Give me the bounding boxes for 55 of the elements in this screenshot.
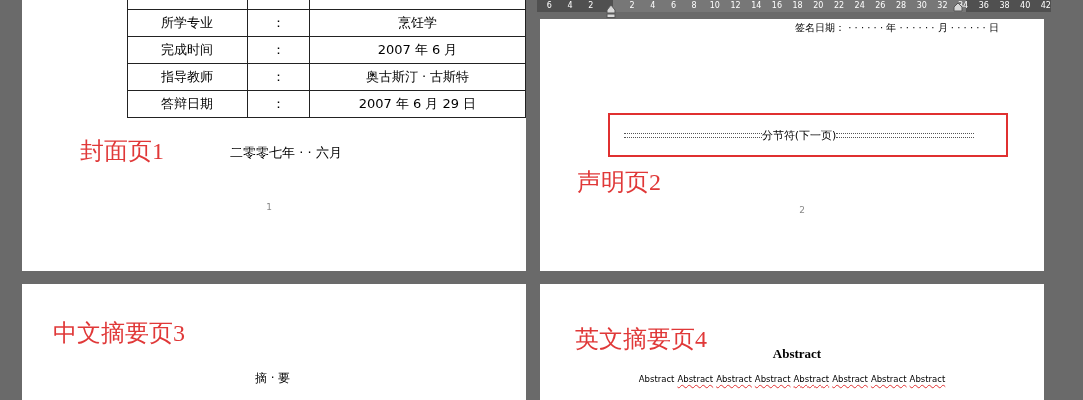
- ruler-number: 6: [669, 0, 677, 12]
- ruler-number: 36: [977, 0, 990, 12]
- date-text: 二零零七年 · · 六月: [230, 144, 342, 163]
- ruler-number: 2: [628, 0, 636, 12]
- abstract-word: Abstract: [832, 374, 868, 385]
- ruler-number: 2: [587, 0, 595, 12]
- ruler-number: 10: [708, 0, 721, 12]
- table-cell: 所学专业: [127, 9, 248, 37]
- ruler-number: 16: [770, 0, 783, 12]
- ruler-number: 30: [915, 0, 928, 12]
- ruler-number: 12: [729, 0, 742, 12]
- abstract-word: Abstract: [870, 374, 907, 385]
- abstract-title: 摘 · 要: [255, 370, 292, 388]
- ruler-number: 14: [750, 0, 763, 12]
- table-cell: 烹饪学: [309, 9, 526, 37]
- table-cell: ：: [247, 63, 310, 91]
- page-annotation: 封面页1: [80, 138, 164, 165]
- table-cell: ：: [247, 36, 310, 64]
- table-cell: ：: [247, 9, 310, 37]
- ruler-number: 38: [998, 0, 1011, 12]
- ruler-number: 6: [545, 0, 553, 12]
- abstract-word: Abstract: [677, 374, 714, 385]
- table-cell: 指导教师: [127, 63, 248, 91]
- ruler-number: 42: [1039, 0, 1052, 12]
- page-number: 1: [266, 202, 272, 213]
- section-break-label: 分节符(下一页): [761, 127, 837, 143]
- abstract-word: Abstract: [716, 374, 752, 385]
- table-cell: 2007 年 6 月 29 日: [309, 90, 526, 118]
- page-annotation: 中文摘要页3: [53, 320, 186, 347]
- indent-marker-icon[interactable]: [606, 4, 617, 18]
- ruler-number: 40: [1019, 0, 1032, 12]
- ruler-number: 18: [791, 0, 804, 12]
- page-annotation: 英文摘要页4: [575, 326, 708, 353]
- abstract-word: Abstract: [909, 374, 946, 385]
- page-number: 2: [799, 205, 805, 216]
- page-annotation: 声明页2: [577, 169, 662, 196]
- ruler-number: 22: [832, 0, 846, 12]
- ruler-number: 32: [936, 0, 949, 12]
- table-cell: 答辩日期: [127, 90, 248, 118]
- ruler-number: 24: [853, 0, 866, 12]
- ruler-number: 28: [894, 0, 908, 12]
- table-cell: 奥古斯汀 · 古斯特: [309, 63, 526, 91]
- ruler-number: 26: [874, 0, 887, 12]
- abstract-title: Abstract: [772, 346, 822, 363]
- signature-date-line: 签名日期： · · · · · · 年 · · · · · · 月 · · · · · · 日: [795, 21, 1000, 35]
- abstract-word: Abstract: [754, 374, 791, 385]
- ruler-number: 4: [649, 0, 657, 12]
- table-cell: 2007 年 6 月: [309, 36, 526, 64]
- table-cell: 完成时间: [127, 36, 248, 64]
- abstract-word: Abstract: [638, 374, 675, 385]
- ruler-number: 4: [566, 0, 574, 12]
- abstract-word: Abstract: [793, 374, 830, 385]
- ruler-number: 20: [812, 0, 825, 12]
- table-cell: ：: [247, 90, 310, 118]
- ruler-number: 8: [690, 0, 698, 12]
